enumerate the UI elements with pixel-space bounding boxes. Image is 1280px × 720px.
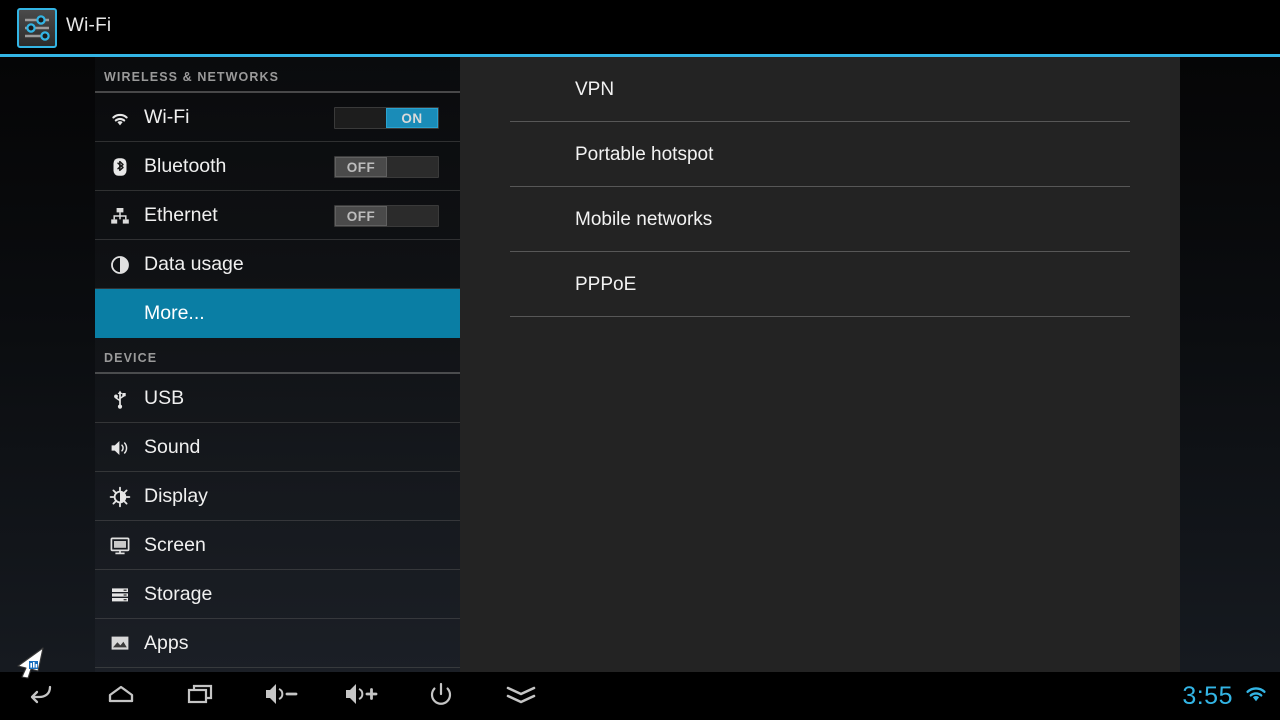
wifi-toggle[interactable]: ON (334, 107, 439, 129)
sidebar-item-data-usage[interactable]: Data usage (95, 240, 460, 289)
list-item-label: PPPoE (575, 274, 637, 295)
title-bar: Wi-Fi (0, 0, 1280, 57)
sidebar-item-apps[interactable]: Apps (95, 619, 460, 668)
sidebar-section-header-device: DEVICE (95, 338, 460, 374)
home-icon (104, 677, 138, 716)
recents-icon (184, 677, 218, 716)
list-item-label: Mobile networks (575, 209, 713, 230)
nav-recents-button[interactable] (172, 672, 230, 720)
nav-power-button[interactable] (412, 672, 470, 720)
wifi-icon (105, 93, 135, 142)
status-area: 3:55 (1182, 672, 1270, 720)
nav-collapse-button[interactable] (492, 672, 550, 720)
sound-icon (105, 423, 135, 472)
back-icon (23, 677, 57, 716)
settings-sliders-icon (17, 8, 57, 48)
sidebar-item-sound[interactable]: Sound (95, 423, 460, 472)
sidebar-item-screen[interactable]: Screen (95, 521, 460, 570)
volume-up-icon (340, 677, 384, 716)
section-label: WIRELESS & NETWORKS (104, 70, 280, 84)
toggle-state-label: OFF (335, 157, 387, 177)
list-item-label: Portable hotspot (575, 144, 714, 165)
sidebar-item-label: Sound (144, 436, 201, 458)
android-settings-screen: Wi-Fi WIRELESS & NETWORKS Wi-Fi ON Bluet… (0, 0, 1280, 720)
bluetooth-icon (105, 142, 135, 191)
page-title: Wi-Fi (66, 15, 112, 36)
system-navigation-bar: 3:55 (0, 672, 1280, 720)
nav-volume-down-button[interactable] (253, 672, 311, 720)
list-item-pppoe[interactable]: PPPoE (460, 252, 1180, 317)
sidebar-item-label: Ethernet (144, 204, 218, 226)
usb-icon (105, 374, 135, 423)
collapse-down-icon (502, 677, 540, 716)
sidebar-section-header-wireless: WIRELESS & NETWORKS (95, 57, 460, 93)
sidebar-item-label: Display (144, 485, 208, 507)
wifi-status-icon (1242, 682, 1270, 711)
display-icon (105, 472, 135, 521)
sidebar-item-storage[interactable]: Storage (95, 570, 460, 619)
sidebar-item-label: Wi-Fi (144, 106, 190, 128)
ethernet-toggle[interactable]: OFF (334, 205, 439, 227)
list-item-label: VPN (575, 79, 615, 100)
power-icon (424, 677, 458, 716)
sidebar-item-wifi[interactable]: Wi-Fi ON (95, 93, 460, 142)
nav-home-button[interactable] (92, 672, 150, 720)
sidebar-item-label: Screen (144, 534, 206, 556)
sidebar-item-label: Data usage (144, 253, 244, 275)
sidebar-item-more[interactable]: More... (95, 289, 460, 338)
list-item-mobile-networks[interactable]: Mobile networks (460, 187, 1180, 252)
nav-volume-up-button[interactable] (333, 672, 391, 720)
nav-back-button[interactable] (11, 672, 69, 720)
sidebar-item-label: Bluetooth (144, 155, 227, 177)
more-settings-list: VPN Portable hotspot Mobile networks PPP… (460, 57, 1180, 672)
sidebar-item-label: USB (144, 387, 185, 409)
bluetooth-toggle[interactable]: OFF (334, 156, 439, 178)
sidebar-item-usb[interactable]: USB (95, 374, 460, 423)
screen-icon (105, 521, 135, 570)
data-usage-icon (105, 240, 135, 289)
sidebar-item-label: More... (144, 302, 205, 324)
apps-icon (105, 619, 135, 668)
storage-icon (105, 570, 135, 619)
list-item-vpn[interactable]: VPN (460, 57, 1180, 122)
volume-down-icon (260, 677, 304, 716)
sidebar-item-label: Apps (144, 632, 189, 654)
status-clock: 3:55 (1182, 681, 1233, 710)
sidebar-item-display[interactable]: Display (95, 472, 460, 521)
settings-sidebar: WIRELESS & NETWORKS Wi-Fi ON Bluetooth O… (95, 57, 460, 672)
toggle-state-label: OFF (335, 206, 387, 226)
section-label: DEVICE (104, 351, 158, 365)
toggle-state-label: ON (386, 108, 438, 128)
list-item-portable-hotspot[interactable]: Portable hotspot (460, 122, 1180, 187)
sidebar-item-ethernet[interactable]: Ethernet OFF (95, 191, 460, 240)
ethernet-icon (105, 191, 135, 240)
sidebar-item-label: Storage (144, 583, 213, 605)
sidebar-item-bluetooth[interactable]: Bluetooth OFF (95, 142, 460, 191)
